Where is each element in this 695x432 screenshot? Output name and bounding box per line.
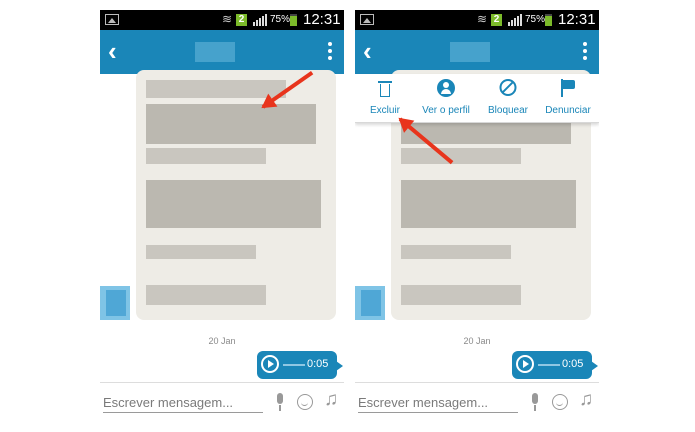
mic-icon[interactable] [530,393,540,413]
contact-avatar[interactable] [355,286,385,320]
contact-name-blurred [195,42,235,62]
signal-icon [253,14,267,26]
status-bar: ≋ 2 75% 12:31 [355,10,599,30]
trash-icon [378,79,392,97]
contact-avatar[interactable] [100,286,130,320]
back-button[interactable]: ‹ [363,36,391,66]
app-bar: ‹ [355,30,599,74]
battery-percent: 75% [525,14,546,25]
play-icon[interactable] [261,355,279,373]
status-time: 12:31 [303,11,341,28]
play-icon[interactable] [516,355,534,373]
contact-name-blurred [450,42,490,62]
message-input-bar: ♫ [355,382,599,422]
audio-progress-track[interactable] [538,364,560,366]
gallery-notification-icon [105,14,119,25]
sim-badge: 2 [236,14,247,26]
flag-icon [560,79,576,97]
overflow-menu-button[interactable] [326,40,334,64]
status-bar: ≋ 2 75% 12:31 [100,10,344,30]
message-input[interactable] [358,392,518,413]
wifi-icon: ≋ [222,12,233,26]
battery-percent: 75% [270,14,291,25]
audio-progress-track[interactable] [283,364,305,366]
mic-icon[interactable] [275,393,285,413]
message-input-bar: ♫ [100,382,344,422]
audio-message[interactable]: 0:05 [512,351,598,379]
chat-area[interactable]: 20 Jan 0:05 [100,70,344,380]
battery-icon [545,14,552,26]
overflow-menu-popup: Excluir Ver o perfil Bloquear Denunciar [355,74,599,123]
date-label: 20 Jan [208,336,236,346]
menu-item-label: Ver o perfil [422,105,470,116]
music-note-icon[interactable]: ♫ [579,389,593,411]
audio-message[interactable]: 0:05 [257,351,343,379]
emoji-icon[interactable] [297,394,313,410]
battery-icon [290,14,297,26]
menu-item-bloquear[interactable]: Bloquear [481,74,535,122]
incoming-message-blurred [136,70,336,320]
sim-badge: 2 [491,14,502,26]
signal-icon [508,14,522,26]
phone-screen-right: ≋ 2 75% 12:31 ‹ 20 Jan 0:05 Excluir Ver … [355,10,599,422]
block-icon [499,79,517,96]
status-time: 12:31 [558,11,596,28]
audio-duration: 0:05 [307,358,329,370]
back-button[interactable]: ‹ [108,36,136,66]
emoji-icon[interactable] [552,394,568,410]
profile-icon [437,79,455,97]
date-label: 20 Jan [463,336,491,346]
app-bar: ‹ [100,30,344,74]
menu-item-ver-perfil[interactable]: Ver o perfil [415,74,477,122]
wifi-icon: ≋ [477,12,488,26]
audio-duration: 0:05 [562,358,584,370]
menu-item-label: Denunciar [545,105,591,116]
message-input[interactable] [103,392,263,413]
music-note-icon[interactable]: ♫ [324,389,338,411]
gallery-notification-icon [360,14,374,25]
menu-item-denunciar[interactable]: Denunciar [539,74,597,122]
menu-item-label: Bloquear [487,105,529,116]
overflow-menu-button[interactable] [581,40,589,64]
